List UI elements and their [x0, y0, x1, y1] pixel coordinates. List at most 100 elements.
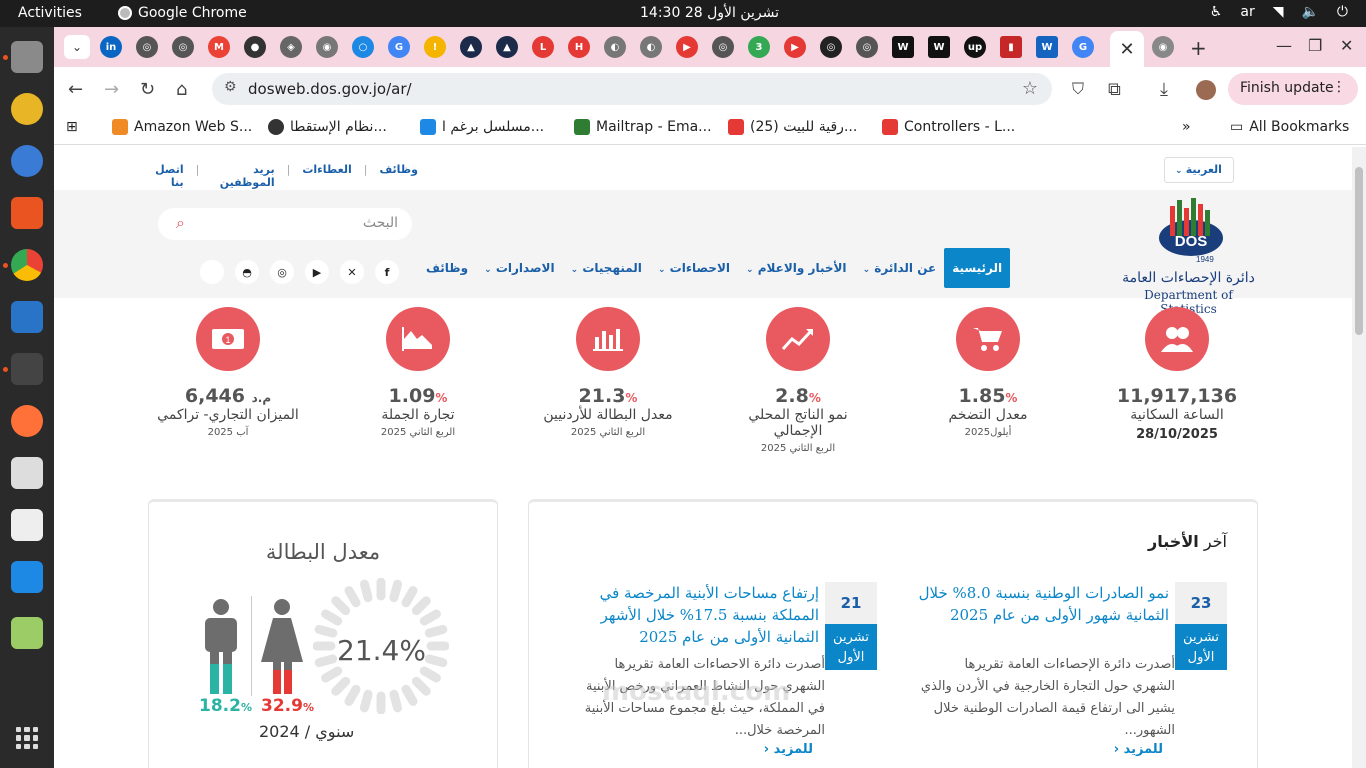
nav-statistics[interactable]: الاحصاءات ⌄	[650, 248, 738, 288]
clock[interactable]: تشرين الأول 28 14:30	[640, 5, 779, 21]
address-bar[interactable]: ⚙ dosweb.dos.gov.jo/ar/ ☆	[212, 73, 1052, 105]
profile-avatar[interactable]	[1196, 80, 1216, 100]
util-link-contact[interactable]: اتصل بنا	[148, 163, 184, 189]
tab-youtube[interactable]: ▶	[676, 36, 698, 58]
site-logo[interactable]: DOS 1949 دائرة الإحصاءات العامة Departme…	[1116, 196, 1261, 316]
tab-site[interactable]: ◐	[640, 36, 662, 58]
util-link-staff-mail[interactable]: بريد الموظفين	[211, 163, 275, 189]
bookmark-star-icon[interactable]: ☆	[1022, 78, 1038, 99]
bookmark-item[interactable]: نظام الإستقطا...	[268, 119, 387, 135]
stat-trade-balance[interactable]: 1 6,446 م.د الميزان التجاري- تراكمي آب 2…	[138, 307, 318, 438]
nav-methodologies[interactable]: المنهجيات ⌄	[563, 248, 650, 288]
download-icon[interactable]: ⤓	[1160, 79, 1168, 100]
minimize-icon[interactable]: —	[1276, 36, 1292, 55]
stat-gdp-growth[interactable]: 2.8% نمو الناتج المحلي الإجمالي الربع ال…	[708, 307, 888, 454]
tab-site[interactable]: ◉	[1152, 36, 1174, 58]
tab-site[interactable]: ◐	[604, 36, 626, 58]
stat-unemployment[interactable]: 21.3% معدل البطالة للأردنيين الربع الثان…	[518, 307, 698, 438]
bookmark-item[interactable]: Mailtrap - Ema...	[574, 119, 712, 135]
stat-inflation[interactable]: 1.85% معدل التضخم أيلول2025	[898, 307, 1078, 438]
tab-site[interactable]: ▮	[1000, 36, 1022, 58]
back-icon[interactable]: ←	[68, 79, 83, 100]
bookmarks-overflow-icon[interactable]: »	[1182, 119, 1191, 135]
news-more-link[interactable]: للمزيد ‹	[1114, 742, 1163, 757]
tab-site[interactable]: W	[928, 36, 950, 58]
tab-openai[interactable]: ◎	[712, 36, 734, 58]
nav-jobs[interactable]: وظائف	[418, 248, 476, 288]
stat-population[interactable]: 11,917,136 الساعة السكانية 28/10/2025	[1087, 307, 1267, 442]
extension-shield-icon[interactable]: ⛉	[1072, 79, 1084, 99]
apps-grid-icon[interactable]: ⊞	[66, 119, 78, 135]
help-icon[interactable]	[11, 145, 43, 177]
tab-site[interactable]: W	[1036, 36, 1058, 58]
power-icon[interactable]: ⏻	[1337, 4, 1348, 20]
util-link-jobs[interactable]: وظائف	[379, 163, 418, 189]
chrome-icon[interactable]	[11, 249, 43, 281]
tab-site[interactable]: ○	[352, 36, 374, 58]
rhythmbox-icon[interactable]	[11, 93, 43, 125]
tab-linkedin[interactable]: in	[100, 36, 122, 58]
bookmark-item[interactable]: Amazon Web S...	[112, 119, 252, 135]
nav-about[interactable]: عن الدائرة ⌄	[855, 248, 945, 288]
instagram-icon[interactable]: ◎	[270, 260, 294, 284]
show-apps-icon[interactable]	[16, 727, 38, 749]
site-info-icon[interactable]: ⚙	[224, 79, 237, 95]
android-icon[interactable]: ◓	[235, 260, 259, 284]
page-scrollbar[interactable]	[1352, 147, 1366, 768]
terminal-icon[interactable]	[11, 353, 43, 385]
writer-icon[interactable]	[11, 301, 43, 333]
nav-home[interactable]: الرئيسية	[944, 248, 1011, 288]
system-tray[interactable]: ♿ ar ◥ 🔈 ⏻	[1210, 4, 1348, 20]
home-icon[interactable]: ⌂	[176, 79, 187, 100]
bookmark-item[interactable]: Controllers - L...	[882, 119, 1015, 135]
nav-news[interactable]: الأخبار والاعلام ⌄	[738, 248, 855, 288]
news-more-link[interactable]: للمزيد ‹	[764, 742, 813, 757]
news-title[interactable]: إرتفاع مساحات الأبنية المرخصة في المملكة…	[563, 582, 819, 648]
tab-site[interactable]: !	[424, 36, 446, 58]
tab-close-icon[interactable]: ✕	[1110, 31, 1144, 67]
nav-publications[interactable]: الاصدارات ⌄	[476, 248, 563, 288]
keyboard-language[interactable]: ar	[1240, 4, 1254, 20]
tab-site[interactable]: ◎	[820, 36, 842, 58]
finish-update-button[interactable]: Finish update ⋮	[1228, 73, 1358, 105]
reload-icon[interactable]: ↻	[140, 79, 155, 100]
tab-openai[interactable]: ◎	[172, 36, 194, 58]
close-window-icon[interactable]: ✕	[1340, 36, 1353, 55]
vscode-icon[interactable]	[11, 561, 43, 593]
tab-upwork[interactable]: up	[964, 36, 986, 58]
maximize-icon[interactable]: ❐	[1308, 36, 1322, 55]
tab-site[interactable]: H	[568, 36, 590, 58]
tab-openai[interactable]: ◎	[136, 36, 158, 58]
volume-icon[interactable]: 🔈	[1301, 4, 1318, 20]
tab-site[interactable]: ◈	[280, 36, 302, 58]
tab-search-icon[interactable]: ⌄	[64, 35, 90, 59]
wifi-icon[interactable]: ◥	[1273, 4, 1284, 20]
stat-wholesale-trade[interactable]: 1.09% تجارة الجملة الربع الثاني 2025	[328, 307, 508, 438]
bookmark-item[interactable]: مسلسل برغم ا...	[420, 119, 544, 135]
tab-site[interactable]: ◉	[316, 36, 338, 58]
language-select[interactable]: ⌄ العربية	[1164, 157, 1234, 183]
document-viewer-icon[interactable]	[11, 509, 43, 541]
tab-site[interactable]: 3	[748, 36, 770, 58]
forward-icon[interactable]: →	[104, 79, 119, 100]
tab-gmail[interactable]: M	[208, 36, 230, 58]
tab-openai[interactable]: ◎	[856, 36, 878, 58]
facebook-icon[interactable]: f	[375, 260, 399, 284]
youtube-icon[interactable]: ▶	[305, 260, 329, 284]
active-app-indicator[interactable]: Google Chrome	[118, 5, 247, 21]
util-link-tenders[interactable]: العطاءات	[302, 163, 351, 189]
solitaire-icon[interactable]	[11, 457, 43, 489]
software-store-icon[interactable]	[11, 197, 43, 229]
tab-site[interactable]: ●	[244, 36, 266, 58]
new-tab-icon[interactable]: +	[1190, 36, 1207, 60]
tab-youtube[interactable]: ▶	[784, 36, 806, 58]
scrollbar-thumb[interactable]	[1355, 167, 1363, 335]
search-icon[interactable]: ⌕	[176, 213, 185, 233]
tab-site[interactable]: ▲	[460, 36, 482, 58]
x-icon[interactable]: ✕	[340, 260, 364, 284]
search-input[interactable]: ⌕ البحث	[158, 208, 412, 240]
bookmark-item[interactable]: (25) رقية للبيت...	[728, 119, 857, 135]
activities-button[interactable]: Activities	[18, 5, 82, 21]
files-icon[interactable]	[11, 41, 43, 73]
tab-laravel[interactable]: L	[532, 36, 554, 58]
